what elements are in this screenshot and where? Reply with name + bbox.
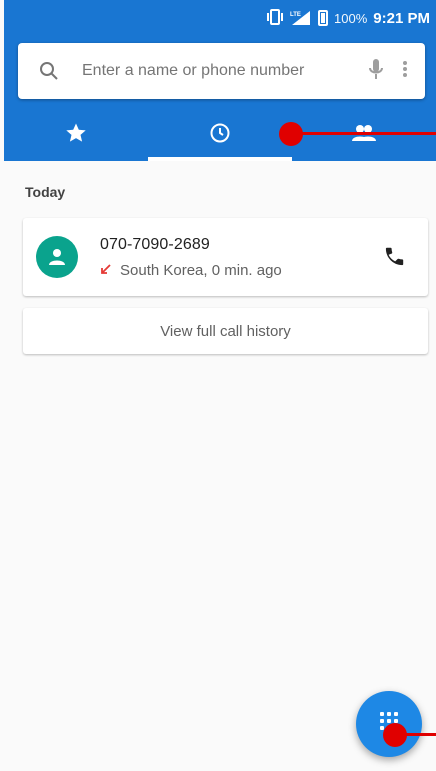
svg-text:LTE: LTE — [290, 12, 301, 18]
microphone-icon[interactable] — [367, 57, 385, 86]
call-number: 070-7090-2689 — [100, 236, 210, 253]
phone-screen: LTE 100% 9:21 PM Enter a name or phone n… — [0, 0, 436, 771]
search-icon[interactable] — [18, 59, 80, 83]
more-options-icon[interactable] — [401, 57, 409, 86]
clock-icon — [208, 121, 232, 150]
search-bar[interactable] — [18, 43, 425, 99]
tab-bar — [4, 109, 436, 161]
tab-recents[interactable] — [148, 109, 292, 161]
view-full-call-history-button[interactable]: View full call history — [23, 308, 428, 354]
missed-call-icon — [100, 262, 112, 279]
star-icon — [64, 121, 88, 150]
call-details: South Korea, 0 min. ago — [100, 262, 282, 279]
vibrate-icon — [266, 8, 284, 28]
avatar — [36, 236, 78, 278]
status-icons: LTE 100% — [266, 8, 368, 28]
search-actions — [367, 57, 425, 86]
status-bar: LTE 100% 9:21 PM — [4, 0, 436, 36]
tab-contacts[interactable] — [292, 109, 436, 161]
search-input[interactable] — [80, 61, 367, 81]
top-app-bar: LTE 100% 9:21 PM — [4, 0, 436, 161]
lte-signal-icon: LTE — [290, 9, 312, 28]
annotation-line-fab — [395, 733, 436, 736]
contacts-icon — [350, 121, 378, 150]
call-location-time: South Korea, 0 min. ago — [120, 262, 282, 279]
recents-content: Today 070-7090-2689 South Korea, 0 min. … — [0, 161, 436, 771]
section-header-today: Today — [25, 184, 66, 200]
tab-favorites[interactable] — [4, 109, 148, 161]
call-back-icon[interactable] — [380, 242, 408, 270]
battery-icon — [318, 10, 329, 26]
recent-call-card[interactable]: 070-7090-2689 South Korea, 0 min. ago — [23, 218, 428, 296]
annotation-line-tab — [291, 132, 436, 135]
status-time: 9:21 PM — [373, 9, 430, 27]
battery-percent: 100% — [334, 10, 368, 26]
